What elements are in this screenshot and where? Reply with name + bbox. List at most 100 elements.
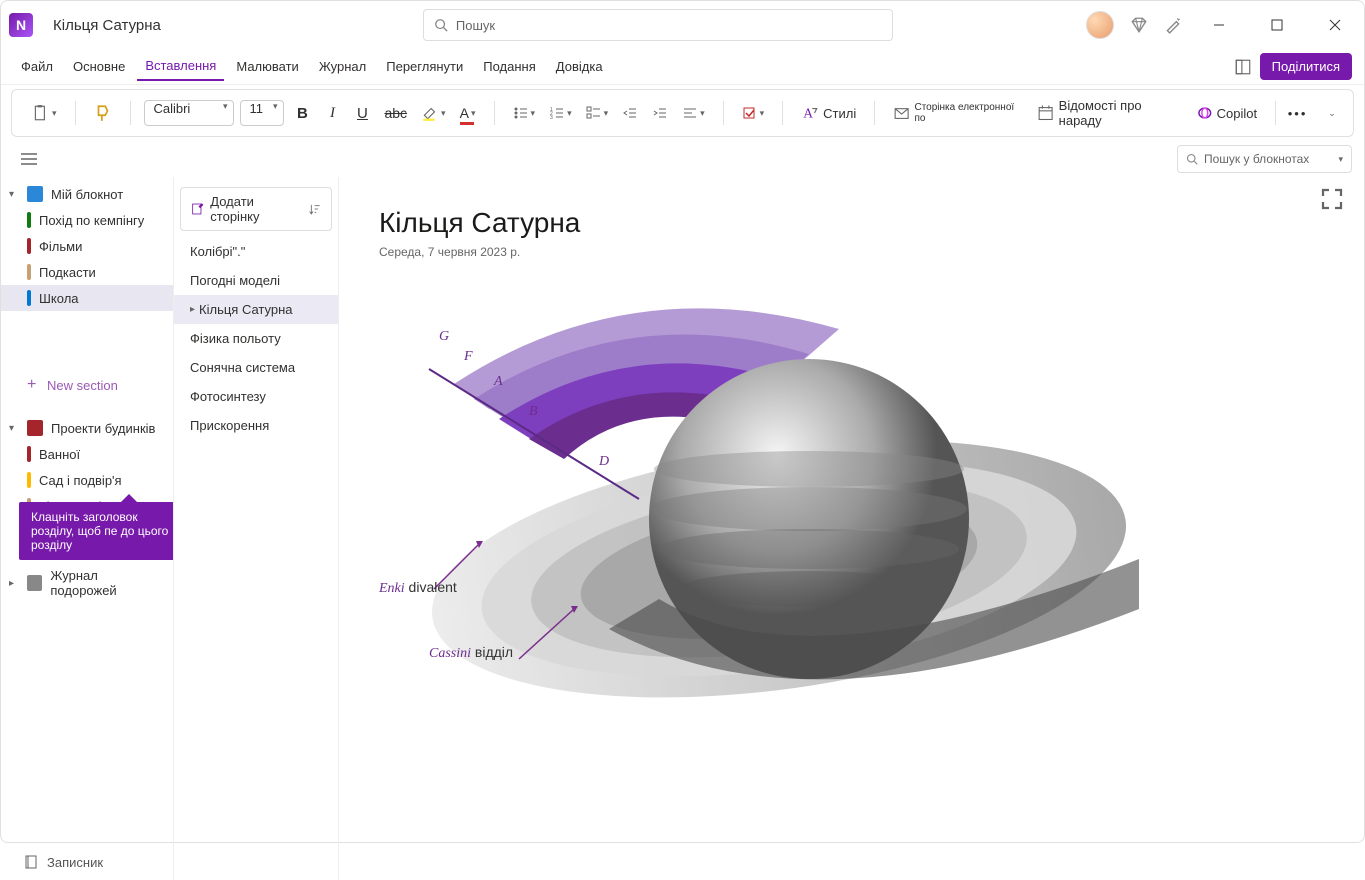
menu-help[interactable]: Довідка bbox=[548, 53, 611, 80]
ring-label-c: C bbox=[569, 434, 578, 450]
menu-file[interactable]: Файл bbox=[13, 53, 61, 80]
more-button[interactable]: ••• bbox=[1284, 99, 1311, 127]
font-color-button[interactable]: A▾ bbox=[456, 99, 480, 127]
tooltip: Клацніть заголовок розділу, щоб пе до ць… bbox=[19, 502, 173, 560]
footer-notebook[interactable]: Записник bbox=[23, 854, 103, 870]
bullets-button[interactable]: ▾ bbox=[509, 99, 540, 127]
titlebar: N Кільця Сатурна Пошук bbox=[1, 1, 1364, 49]
section-color-icon bbox=[27, 264, 31, 280]
align-button[interactable]: ▾ bbox=[678, 99, 709, 127]
paste-button[interactable]: ▾ bbox=[28, 99, 61, 127]
notebook-icon bbox=[27, 575, 43, 591]
body: ▾Мій блокнот Похід по кемпінгу Фільми По… bbox=[1, 177, 1364, 880]
page-item[interactable]: ▸Кільця Сатурна bbox=[174, 295, 338, 324]
section-item[interactable]: Подкасти bbox=[1, 259, 173, 285]
email-page-button[interactable]: Сторінка електронної по bbox=[889, 99, 1027, 127]
sort-icon[interactable] bbox=[308, 202, 321, 216]
section-color-icon bbox=[27, 212, 31, 228]
menu-home[interactable]: Основне bbox=[65, 53, 133, 80]
page-item[interactable]: Фотосинтезу bbox=[174, 382, 338, 411]
page-date: Середа, 7 червня 2023 р. bbox=[379, 245, 1324, 259]
section-item[interactable]: Сад і подвір'я bbox=[1, 467, 173, 493]
underline-button[interactable]: U bbox=[350, 99, 374, 127]
page-canvas[interactable]: Кільця Сатурна Середа, 7 червня 2023 р. bbox=[339, 177, 1364, 880]
notebook-item[interactable]: ▾Проекти будинків bbox=[1, 415, 173, 441]
menu-view[interactable]: Подання bbox=[475, 53, 544, 80]
avatar[interactable] bbox=[1086, 11, 1114, 39]
annotation-enki: Enki divalent bbox=[379, 579, 457, 597]
indent-button[interactable] bbox=[648, 99, 672, 127]
highlight-button[interactable]: ▾ bbox=[417, 99, 450, 127]
maximize-button[interactable] bbox=[1256, 9, 1298, 41]
wand-icon[interactable] bbox=[1164, 16, 1182, 34]
section-color-icon bbox=[27, 290, 31, 306]
ring-label-f: F bbox=[464, 349, 473, 365]
notebook-item[interactable]: ▸Журнал подорожей bbox=[1, 563, 173, 603]
page-item[interactable]: Колібрі"." bbox=[174, 237, 338, 266]
diamond-icon[interactable] bbox=[1130, 16, 1148, 34]
ring-label-g: G bbox=[439, 329, 449, 345]
search-icon bbox=[434, 18, 448, 32]
minimize-button[interactable] bbox=[1198, 9, 1240, 41]
search-notebooks-input[interactable]: Пошук у блокнотах ▾ bbox=[1177, 145, 1352, 173]
page-item[interactable]: Прискорення bbox=[174, 411, 338, 440]
page-item[interactable]: Погодні моделі bbox=[174, 266, 338, 295]
expand-icon[interactable] bbox=[1320, 187, 1344, 211]
menu-insert[interactable]: Вставлення bbox=[137, 52, 224, 81]
checklist-button[interactable]: ▾ bbox=[582, 99, 613, 127]
app-icon: N bbox=[9, 13, 33, 37]
window-title: Кільця Сатурна bbox=[53, 17, 161, 34]
font-select[interactable]: Calibri▾ bbox=[144, 100, 234, 126]
page-list: Додати сторінку Колібрі"." Погодні модел… bbox=[173, 177, 339, 880]
new-section-button[interactable]: +New section bbox=[1, 371, 173, 399]
svg-text:3: 3 bbox=[550, 115, 553, 121]
section-item[interactable]: Похід по кемпінгу bbox=[1, 207, 173, 233]
copilot-button[interactable]: Copilot bbox=[1193, 99, 1261, 127]
menu-review[interactable]: Переглянути bbox=[378, 53, 471, 80]
page-title[interactable]: Кільця Сатурна bbox=[379, 207, 1324, 239]
ring-label-a: A bbox=[494, 374, 503, 390]
section-color-icon bbox=[27, 238, 31, 254]
tag-button[interactable]: ▾ bbox=[738, 99, 769, 127]
page-item[interactable]: Фізика польоту bbox=[174, 324, 338, 353]
section-item[interactable]: Школа bbox=[1, 285, 173, 311]
menu-history[interactable]: Журнал bbox=[311, 53, 374, 80]
italic-button[interactable]: I bbox=[320, 99, 344, 127]
strikethrough-button[interactable]: abc bbox=[380, 99, 411, 127]
hamburger-button[interactable] bbox=[13, 145, 45, 173]
section-item[interactable]: Ванної bbox=[1, 441, 173, 467]
notebook-item[interactable]: ▾Мій блокнот bbox=[1, 181, 173, 207]
share-button[interactable]: Поділитися bbox=[1260, 53, 1352, 80]
add-page-button[interactable]: Додати сторінку bbox=[180, 187, 332, 231]
ring-label-b: B bbox=[529, 404, 538, 420]
section-color-icon bbox=[27, 446, 31, 462]
top-strip: Пошук у блокнотах ▾ bbox=[1, 141, 1364, 177]
menubar: Файл Основне Вставлення Малювати Журнал … bbox=[1, 49, 1364, 85]
menu-draw[interactable]: Малювати bbox=[228, 53, 306, 80]
edit-icon bbox=[191, 202, 204, 216]
search-placeholder: Пошук bbox=[456, 18, 495, 33]
search-icon bbox=[1186, 153, 1198, 165]
ribbon-collapse-button[interactable]: ⌄ bbox=[1319, 99, 1343, 127]
section-item[interactable]: Фільми bbox=[1, 233, 173, 259]
fullscreen-icon[interactable] bbox=[1234, 58, 1252, 76]
page-item[interactable]: Сонячна система bbox=[174, 353, 338, 382]
annotation-cassini: Cassini відділ bbox=[429, 644, 513, 662]
notebook-icon bbox=[27, 420, 43, 436]
styles-button[interactable]: AСтилі bbox=[797, 99, 860, 127]
notebook-sidebar: ▾Мій блокнот Похід по кемпінгу Фільми По… bbox=[1, 177, 173, 880]
notebook-icon bbox=[23, 854, 39, 870]
bold-button[interactable]: B bbox=[290, 99, 314, 127]
ribbon: ▾ Calibri▾ 11▾ B I U abc ▾ A▾ ▾ 123▾ ▾ ▾… bbox=[11, 89, 1354, 137]
section-color-icon bbox=[27, 472, 31, 488]
meeting-details-button[interactable]: Відомості про нараду bbox=[1033, 99, 1187, 127]
font-size-select[interactable]: 11▾ bbox=[240, 100, 284, 126]
ring-label-d: D bbox=[599, 454, 609, 470]
close-button[interactable] bbox=[1314, 9, 1356, 41]
numbering-button[interactable]: 123▾ bbox=[545, 99, 576, 127]
format-painter-button[interactable] bbox=[90, 99, 116, 127]
svg-text:A: A bbox=[803, 106, 813, 121]
search-input[interactable]: Пошук bbox=[423, 9, 893, 41]
notebook-icon bbox=[27, 186, 43, 202]
outdent-button[interactable] bbox=[618, 99, 642, 127]
